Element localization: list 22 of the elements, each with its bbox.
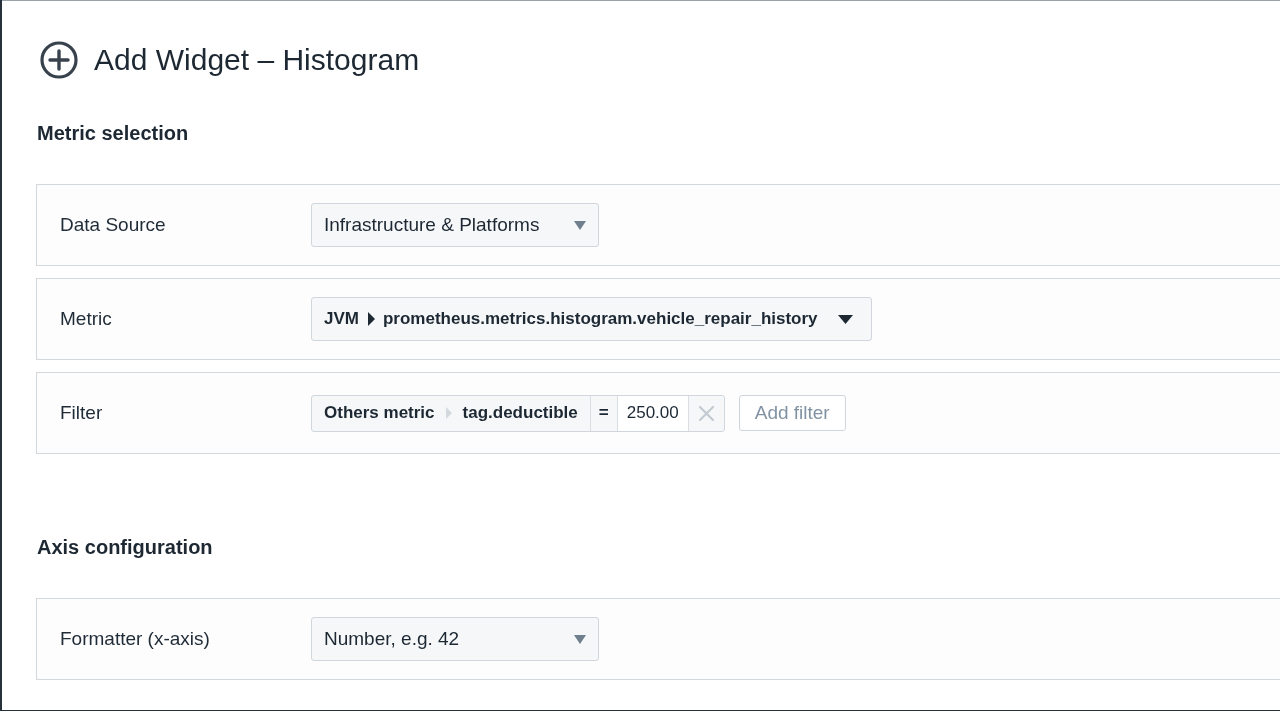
section-heading: Metric selection — [37, 121, 189, 146]
close-icon — [698, 405, 714, 421]
field-label: Metric — [60, 308, 112, 330]
operator-label: = — [589, 395, 617, 431]
caret-down-icon — [574, 220, 586, 230]
metric-select[interactable]: JVM prometheus.metrics.histogram.vehicle_repair_history — [311, 297, 872, 341]
caret-down-icon — [574, 634, 586, 644]
dropdown-select[interactable]: Number, e.g. 42 — [311, 617, 599, 661]
field-label: Filter — [60, 402, 103, 424]
filter-tag-label: tag.deductible — [462, 403, 578, 423]
dialog-title: Add Widget – Histogram — [94, 42, 420, 78]
remove-filter-button[interactable] — [687, 395, 724, 431]
caret-right-icon — [367, 312, 375, 326]
filter-metric-label: Others metric — [324, 403, 435, 423]
caret-down-icon — [837, 314, 853, 324]
field-label: Formatter (x-axis) — [60, 628, 210, 650]
field-label: Data Source — [60, 214, 166, 236]
plus-circle-icon — [40, 41, 78, 79]
dropdown-select[interactable]: Infrastructure & Platforms — [311, 203, 599, 247]
caret-right-icon — [445, 407, 452, 419]
filter-value-field[interactable]: 250.00 — [616, 395, 688, 431]
section-heading: Axis configuration — [37, 535, 213, 560]
